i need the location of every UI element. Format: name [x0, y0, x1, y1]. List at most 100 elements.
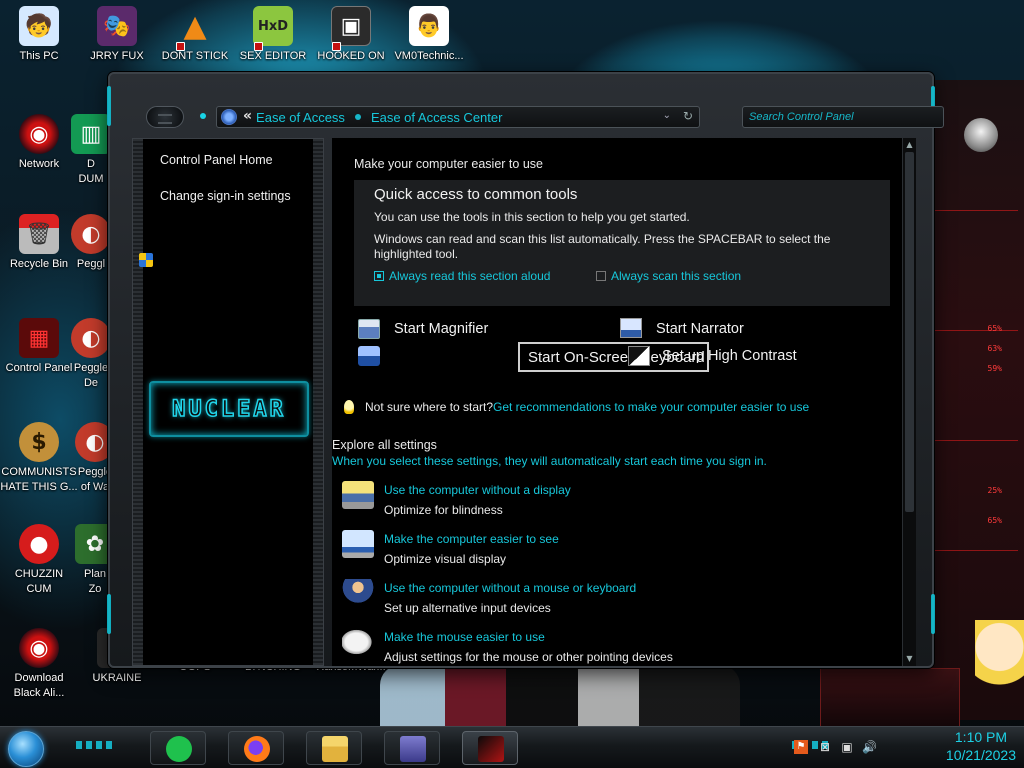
clock-date: 10/21/2023	[945, 747, 1016, 763]
setting-desc: Optimize visual display	[384, 552, 507, 566]
desktop-icon-this-pc[interactable]: 🧒 This PC	[4, 6, 74, 64]
high-contrast-icon	[628, 346, 650, 366]
action-center-icon[interactable]: ⊠	[818, 740, 832, 754]
navigation-bar: « Ease of Access Ease of Access Center ⌄…	[142, 104, 944, 130]
window-titlebar[interactable]	[110, 74, 932, 104]
mouse-icon	[342, 628, 374, 656]
lightbulb-icon	[344, 400, 354, 414]
left-pane: Control Panel Home Change sign-in settin…	[132, 138, 324, 666]
recommendations-link[interactable]: Get recommendations to make your compute…	[493, 400, 809, 414]
search-input[interactable]	[742, 106, 944, 128]
taskbar-app-firefox[interactable]	[228, 731, 284, 765]
control-panel-icon	[221, 109, 237, 125]
wallpaper-frame	[820, 668, 960, 728]
gauge-label: 25%	[987, 486, 1002, 495]
alien-icon: ◉	[19, 628, 59, 668]
app-icon: 🎭	[97, 6, 137, 46]
breadcrumb-overflow-icon[interactable]: «	[243, 108, 252, 124]
checkbox-unchecked-icon	[596, 271, 606, 281]
shield-icon	[139, 253, 153, 267]
network-tray-icon[interactable]: ▣	[840, 740, 854, 754]
clock[interactable]: 1:10 PM 10/21/2023	[946, 729, 1016, 764]
start-magnifier-button[interactable]: Start Magnifier	[394, 321, 488, 337]
desktop-icon-recycle-bin[interactable]: 🗑 Recycle Bin	[4, 214, 74, 272]
app-icon: ▥	[71, 114, 111, 154]
desktop-icon-network[interactable]: ◉ Network	[4, 114, 74, 172]
control-panel-home-link[interactable]: Control Panel Home	[160, 153, 273, 167]
setting-link-no-display[interactable]: Use the computer without a display	[384, 483, 571, 497]
clock-time: 1:10 PM	[954, 729, 1008, 745]
control-panel-icon: ▦	[19, 318, 59, 358]
frame-accent	[107, 594, 111, 634]
address-dropdown-icon[interactable]: ⌄	[663, 110, 671, 121]
network-icon: ◉	[19, 114, 59, 154]
scroll-thumb[interactable]	[905, 152, 914, 512]
breadcrumb-separator-icon[interactable]	[354, 114, 361, 120]
peggle-icon: ◐	[71, 214, 111, 254]
gauge-label: 59%	[987, 364, 1002, 373]
taskbar-app-control-panel[interactable]	[462, 731, 518, 765]
change-sign-in-settings-link[interactable]: Change sign-in settings	[160, 189, 291, 203]
quick-access-line2: Windows can read and scan this list auto…	[374, 232, 831, 246]
firefox-icon	[244, 736, 270, 762]
tip-text: Not sure where to start?	[365, 400, 494, 414]
start-narrator-button[interactable]: Start Narrator	[656, 321, 744, 337]
explore-subtitle: When you select these settings, they wil…	[332, 454, 767, 468]
desktop-icon-communists[interactable]: $ COMMUNISTS HATE THIS G...	[0, 422, 78, 495]
narrator-icon	[620, 318, 642, 338]
desktop-icon-vm0technic[interactable]: 👨 VM0Technic...	[394, 6, 464, 64]
desktop-icon-chuzzin[interactable]: ● CHUZZIN CUM	[4, 524, 74, 597]
alien-logo-icon	[964, 118, 998, 152]
pane-border	[133, 139, 143, 665]
vertical-scrollbar[interactable]: ▲ ▼	[902, 138, 916, 666]
shortcut-badge-icon	[176, 42, 185, 51]
volume-icon[interactable]: 🔊	[862, 740, 877, 754]
breadcrumb-ease-of-access-center[interactable]: Ease of Access Center	[371, 110, 503, 125]
notes-icon	[166, 736, 192, 762]
scroll-up-icon[interactable]: ▲	[905, 140, 914, 150]
folder-icon	[322, 736, 348, 762]
wallpaper-character	[975, 620, 1024, 710]
desktop-icon-hex-editor[interactable]: HxD SEX EDITOR	[238, 6, 308, 64]
recent-pages-dot[interactable]	[200, 113, 206, 119]
setting-link-mouse-easier[interactable]: Make the mouse easier to use	[384, 630, 545, 644]
quick-access-line1: You can use the tools in this section to…	[374, 210, 690, 224]
back-forward-button[interactable]	[146, 106, 184, 128]
breadcrumb-ease-of-access[interactable]: Ease of Access	[256, 110, 345, 125]
wallpaper-figure	[380, 665, 740, 730]
flag-icon[interactable]: ⚑	[794, 740, 808, 754]
monitor-see-icon	[342, 530, 374, 558]
taskbar-app-window[interactable]	[384, 731, 440, 765]
person-input-icon	[342, 579, 374, 607]
taskbar-app-explorer[interactable]	[306, 731, 362, 765]
taskbar-accent	[76, 741, 116, 749]
start-orb-button[interactable]	[8, 731, 44, 767]
magnifier-icon	[358, 319, 380, 339]
checkbox-checked-icon	[374, 271, 384, 281]
doctor-icon: 👨	[409, 6, 449, 46]
desktop-icon-jrry-fux[interactable]: 🎭 JRRY FUX	[82, 6, 152, 64]
scan-checkbox[interactable]: Always scan this section	[596, 269, 741, 283]
frame-accent	[931, 594, 935, 634]
desktop-icon-dont-stick[interactable]: ▲ DONT STICK	[160, 6, 230, 64]
desktop-icon-download-black-alien[interactable]: ◉ Download Black Ali...	[4, 628, 74, 701]
refresh-icon[interactable]: ↻	[683, 109, 693, 123]
address-bar[interactable]: « Ease of Access Ease of Access Center ⌄…	[216, 106, 700, 128]
shortcut-badge-icon	[332, 42, 341, 51]
setting-link-no-mouse-keyboard[interactable]: Use the computer without a mouse or keyb…	[384, 581, 636, 595]
taskbar-app-notes[interactable]	[150, 731, 206, 765]
set-up-high-contrast-button[interactable]: Set up High Contrast	[662, 348, 797, 364]
setting-desc: Set up alternative input devices	[384, 601, 551, 615]
quick-access-title: Quick access to common tools	[374, 186, 578, 203]
read-aloud-checkbox[interactable]: Always read this section aloud	[374, 269, 550, 283]
setting-desc: Optimize for blindness	[384, 503, 503, 517]
desktop-icon-control-panel[interactable]: ▦ Control Panel	[4, 318, 74, 376]
desktop-icon-hooked-on[interactable]: ▣ HOOKED ON	[316, 6, 386, 64]
system-tray: ⚑ ⊠ ▣ 🔊 1:10 PM 10/21/2023	[794, 727, 1024, 768]
scroll-down-icon[interactable]: ▼	[905, 654, 914, 664]
setting-desc: Adjust settings for the mouse or other p…	[384, 650, 673, 664]
taskbar: ⚑ ⊠ ▣ 🔊 1:10 PM 10/21/2023	[0, 726, 1024, 768]
quick-access-panel: Quick access to common tools You can use…	[354, 180, 890, 306]
setting-link-easier-to-see[interactable]: Make the computer easier to see	[384, 532, 559, 546]
this-pc-icon: 🧒	[19, 6, 59, 46]
